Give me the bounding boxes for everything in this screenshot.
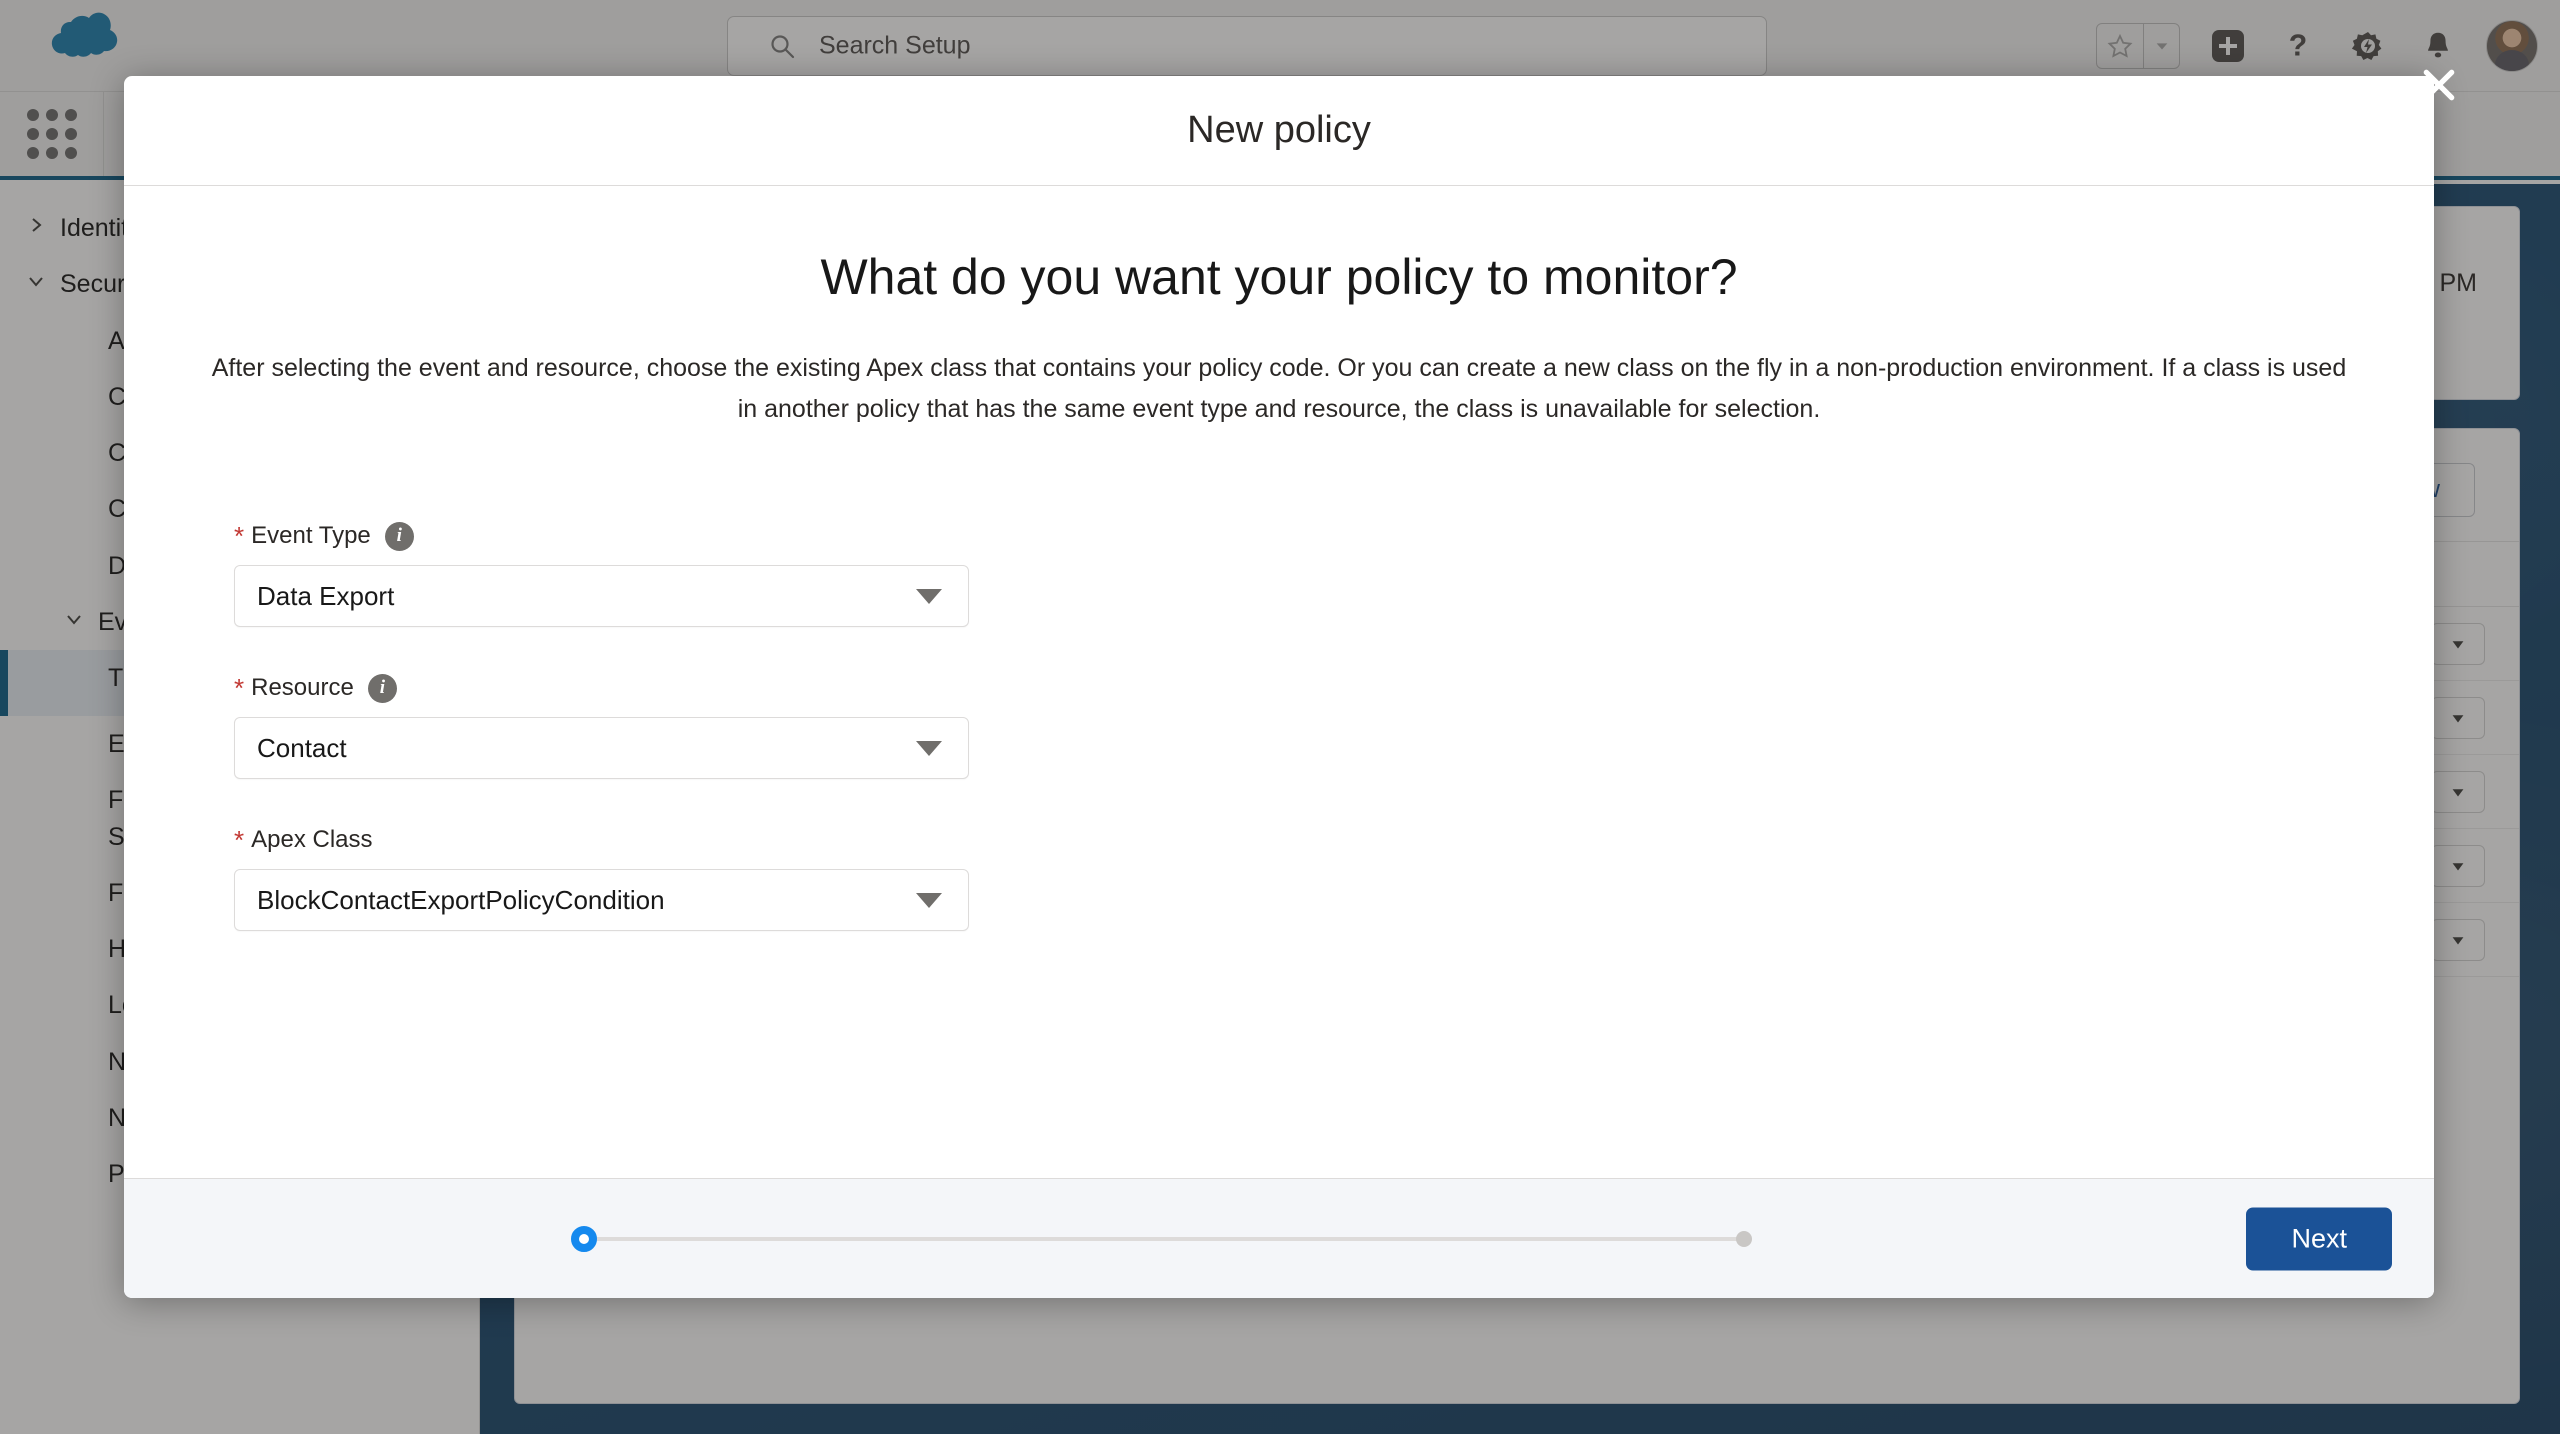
modal-headline: What do you want your policy to monitor? xyxy=(820,249,1738,305)
event-type-label-row: * Event Type i xyxy=(234,519,2434,553)
event-type-value: Data Export xyxy=(257,580,395,611)
modal-title: New policy xyxy=(1187,109,1371,151)
info-icon[interactable]: i xyxy=(367,673,397,703)
apex-class-label: Apex Class xyxy=(251,826,373,853)
resource-label: Resource xyxy=(251,674,354,701)
progress-step-1[interactable] xyxy=(571,1225,597,1252)
resource-value: Contact xyxy=(257,732,347,763)
chevron-down-icon xyxy=(916,588,942,604)
info-icon[interactable]: i xyxy=(384,521,414,551)
event-type-select[interactable]: Data Export xyxy=(234,565,969,627)
modal-header: New policy xyxy=(124,76,2434,186)
progress-step-2[interactable] xyxy=(1736,1230,1752,1247)
required-marker: * xyxy=(234,521,245,551)
step-progress-indicator xyxy=(571,1225,1752,1252)
required-marker: * xyxy=(234,825,245,855)
progress-track xyxy=(584,1236,1744,1241)
apex-class-select[interactable]: BlockContactExportPolicyCondition xyxy=(234,869,969,931)
apex-class-value: BlockContactExportPolicyCondition xyxy=(257,884,665,915)
policy-form: * Event Type i Data Export * Resource i … xyxy=(124,519,2434,931)
new-policy-modal: New policy What do you want your policy … xyxy=(124,76,2434,1298)
field-event-type: * Event Type i Data Export xyxy=(234,519,2434,627)
resource-label-row: * Resource i xyxy=(234,671,2434,705)
chevron-down-icon xyxy=(916,740,942,756)
field-apex-class: * Apex Class BlockContactExportPolicyCon… xyxy=(234,823,2434,931)
close-icon[interactable] xyxy=(2416,62,2462,108)
required-marker: * xyxy=(234,673,245,703)
modal-body: What do you want your policy to monitor?… xyxy=(124,186,2434,1178)
chevron-down-icon xyxy=(916,892,942,908)
next-button[interactable]: Next xyxy=(2246,1207,2392,1270)
modal-footer: Next xyxy=(124,1178,2434,1298)
apex-class-label-row: * Apex Class xyxy=(234,823,2434,857)
resource-select[interactable]: Contact xyxy=(234,717,969,779)
event-type-label: Event Type xyxy=(251,522,371,549)
modal-description: After selecting the event and resource, … xyxy=(211,354,2347,423)
field-resource: * Resource i Contact xyxy=(234,671,2434,779)
